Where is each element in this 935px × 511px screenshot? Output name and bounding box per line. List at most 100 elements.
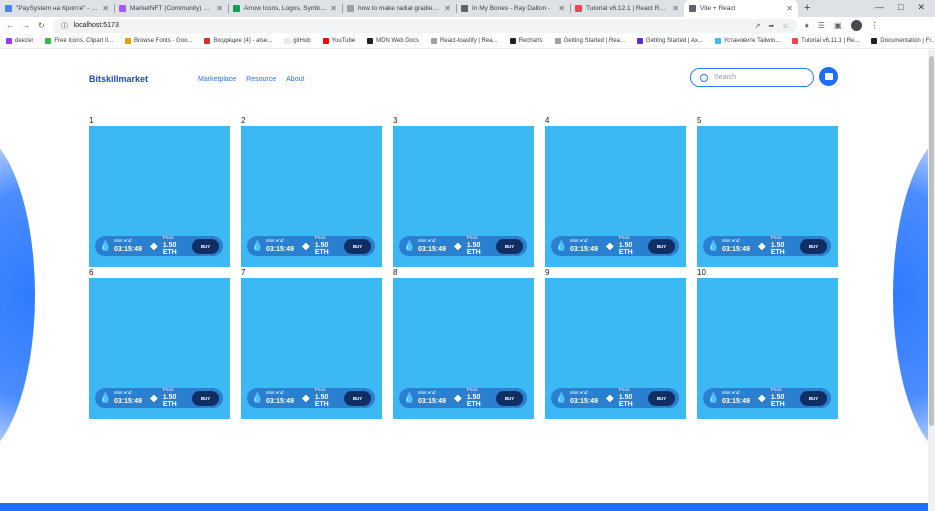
flame-icon: 💧 <box>251 392 264 404</box>
carousel-prev-button[interactable]: ‹ <box>59 253 83 277</box>
carousel-next-button[interactable]: › <box>843 253 867 277</box>
nft-card: 9 💧 Mint end: 03:15:49 ◆ Price: 1.50 ETH BUY <box>545 268 686 419</box>
tab-close-icon[interactable]: ✕ <box>444 4 451 13</box>
bookmark-item[interactable]: Getting Started | Rea... <box>554 38 625 44</box>
bookmark-item[interactable]: Documentation | Fr... <box>871 38 935 44</box>
card-number: 9 <box>545 268 550 277</box>
buy-button[interactable]: BUY <box>648 238 675 254</box>
card-image[interactable]: 💧 Mint end: 03:15:49 ◆ Price: 1.50 ETH BUY <box>697 126 838 267</box>
bookmark-item[interactable]: Getting Started | Ax... <box>636 38 703 44</box>
tab-favicon-icon <box>575 5 582 12</box>
bookmark-item[interactable]: Входящие (4) - alse... <box>204 38 272 44</box>
forward-icon[interactable]: → <box>22 21 30 30</box>
tab-close-icon[interactable]: ✕ <box>330 4 337 13</box>
bookmark-label: Getting Started | Ax... <box>645 38 703 44</box>
tab-close-icon[interactable]: ✕ <box>786 4 793 13</box>
price-label: Price: <box>162 234 175 240</box>
extensions-icon[interactable]: ♦ <box>805 21 809 30</box>
sidebar-icon[interactable]: ▣ <box>834 21 842 30</box>
card-image[interactable]: 💧 Mint end: 03:15:49 ◆ Price: 1.50 ETH BUY <box>545 278 686 419</box>
card-image[interactable]: 💧 Mint end: 03:15:49 ◆ Price: 1.50 ETH BUY <box>89 278 230 419</box>
buy-button[interactable]: BUY <box>192 238 219 254</box>
price-label: Price: <box>770 234 783 240</box>
close-window-icon[interactable]: ✕ <box>917 2 925 13</box>
bookmark-item[interactable]: Tutorial v6.11.1 | Re... <box>792 38 859 44</box>
buy-button[interactable]: BUY <box>800 390 827 406</box>
scrollbar-thumb[interactable] <box>929 56 934 426</box>
ethereum-icon: ◆ <box>606 392 614 404</box>
browser-tab[interactable]: MarketNFT (Community) – Figm✕ <box>114 0 228 17</box>
bookmark-star-icon[interactable]: ☆ <box>782 22 788 30</box>
bookmark-item[interactable]: MDN Web Docs <box>367 38 419 44</box>
new-tab-button[interactable]: + <box>804 0 810 17</box>
wallet-button[interactable] <box>819 67 838 86</box>
menu-icon[interactable]: ⋮ <box>871 21 879 30</box>
tab-close-icon[interactable]: ✕ <box>102 4 109 13</box>
bookmark-item[interactable]: Free Icons, Clipart Il... <box>45 38 113 44</box>
search-input[interactable]: Search <box>690 68 814 87</box>
buy-button[interactable]: BUY <box>344 390 371 406</box>
card-image[interactable]: 💧 Mint end: 03:15:49 ◆ Price: 1.50 ETH BUY <box>545 126 686 267</box>
back-icon[interactable]: ← <box>6 21 14 30</box>
bookmark-label: Recharts <box>518 38 543 44</box>
bookmark-item[interactable]: Recharts <box>509 38 543 44</box>
decorative-gradient-right <box>893 130 928 460</box>
buy-button[interactable]: BUY <box>496 238 523 254</box>
mint-info: Mint end: 03:15:49 <box>722 391 750 405</box>
bookmark-item[interactable]: Browse Fonts - Goo... <box>125 38 192 44</box>
maximize-icon[interactable]: □ <box>898 2 903 12</box>
bookmark-item[interactable]: Установите Tailwin... <box>714 38 780 44</box>
reload-icon[interactable]: ↻ <box>38 21 45 30</box>
tab-close-icon[interactable]: ✕ <box>558 4 565 13</box>
bookmark-item[interactable]: YouTube <box>322 38 355 44</box>
buy-button[interactable]: BUY <box>344 238 371 254</box>
page-scrollbar[interactable] <box>928 50 935 511</box>
browser-tab[interactable]: "PaySystem на Крипте" - Goog ✕ <box>0 0 114 17</box>
buy-button[interactable]: BUY <box>192 390 219 406</box>
bookmark-item[interactable]: deezer <box>6 38 33 44</box>
card-image[interactable]: 💧 Mint end: 03:15:49 ◆ Price: 1.50 ETH BUY <box>241 126 382 267</box>
browser-tab[interactable]: Tutorial v6.12.1 | React Router ✕ <box>570 0 684 17</box>
card-image[interactable]: 💧 Mint end: 03:15:49 ◆ Price: 1.50 ETH BUY <box>241 278 382 419</box>
nav-marketplace[interactable]: Marketplace <box>198 76 236 83</box>
tab-close-icon[interactable]: ✕ <box>216 4 223 13</box>
price-value: 1.50 ETH <box>466 394 481 409</box>
card-image[interactable]: 💧 Mint end: 03:15:49 ◆ Price: 1.50 ETH BUY <box>393 278 534 419</box>
tab-title: Vite + React <box>700 5 736 12</box>
flame-icon: 💧 <box>99 240 112 252</box>
bookmark-favicon-icon <box>714 38 721 44</box>
buy-button[interactable]: BUY <box>496 390 523 406</box>
profile-avatar[interactable] <box>850 20 862 31</box>
browser-tab[interactable]: how to make radial gradient to ✕ <box>342 0 456 17</box>
browser-tab[interactable]: In My Bones - Ray Dalton - ✕ <box>456 0 570 17</box>
card-number: 3 <box>393 116 398 125</box>
ethereum-icon: ◆ <box>150 392 158 404</box>
playlist-icon[interactable]: ☰ <box>818 21 825 30</box>
chevron-right-icon: › <box>852 257 858 273</box>
bookmark-label: React-toastify | Rea... <box>440 38 498 44</box>
bookmark-label: gitHub <box>293 38 311 44</box>
nft-card: 8 💧 Mint end: 03:15:49 ◆ Price: 1.50 ETH BUY <box>393 268 534 419</box>
card-image[interactable]: 💧 Mint end: 03:15:49 ◆ Price: 1.50 ETH BUY <box>89 126 230 267</box>
card-image[interactable]: 💧 Mint end: 03:15:49 ◆ Price: 1.50 ETH BUY <box>393 126 534 267</box>
tab-close-icon[interactable]: ✕ <box>672 4 679 13</box>
card-image[interactable]: 💧 Mint end: 03:15:49 ◆ Price: 1.50 ETH BUY <box>697 278 838 419</box>
site-logo[interactable]: Bitskillmarket <box>89 74 148 84</box>
price-value: 1.50 ETH <box>770 242 785 257</box>
buy-button[interactable]: BUY <box>800 238 827 254</box>
bookmark-item[interactable]: gitHub <box>284 38 311 44</box>
bookmark-item[interactable]: React-toastify | Rea... <box>431 38 498 44</box>
price-value: 1.50 ETH <box>618 242 633 257</box>
open-in-app-icon[interactable]: ↗ <box>755 22 761 30</box>
nav-about[interactable]: About <box>286 76 304 83</box>
nav-resource[interactable]: Resource <box>246 76 276 83</box>
browser-tab[interactable]: Vite + React ✕ <box>684 0 798 17</box>
browser-tab[interactable]: Arrow Icons, Logos, Symbols – I✕ <box>228 0 342 17</box>
price-value: 1.50 ETH <box>162 394 177 409</box>
minimize-icon[interactable]: — <box>875 2 884 12</box>
ethereum-icon: ◆ <box>302 240 310 252</box>
buy-button[interactable]: BUY <box>648 390 675 406</box>
url-bar[interactable]: ⓘ localhost:5173 ↗ ➦ ☆ <box>52 18 797 33</box>
share-icon[interactable]: ➦ <box>769 22 775 30</box>
site-info-icon[interactable]: ⓘ <box>61 21 68 31</box>
